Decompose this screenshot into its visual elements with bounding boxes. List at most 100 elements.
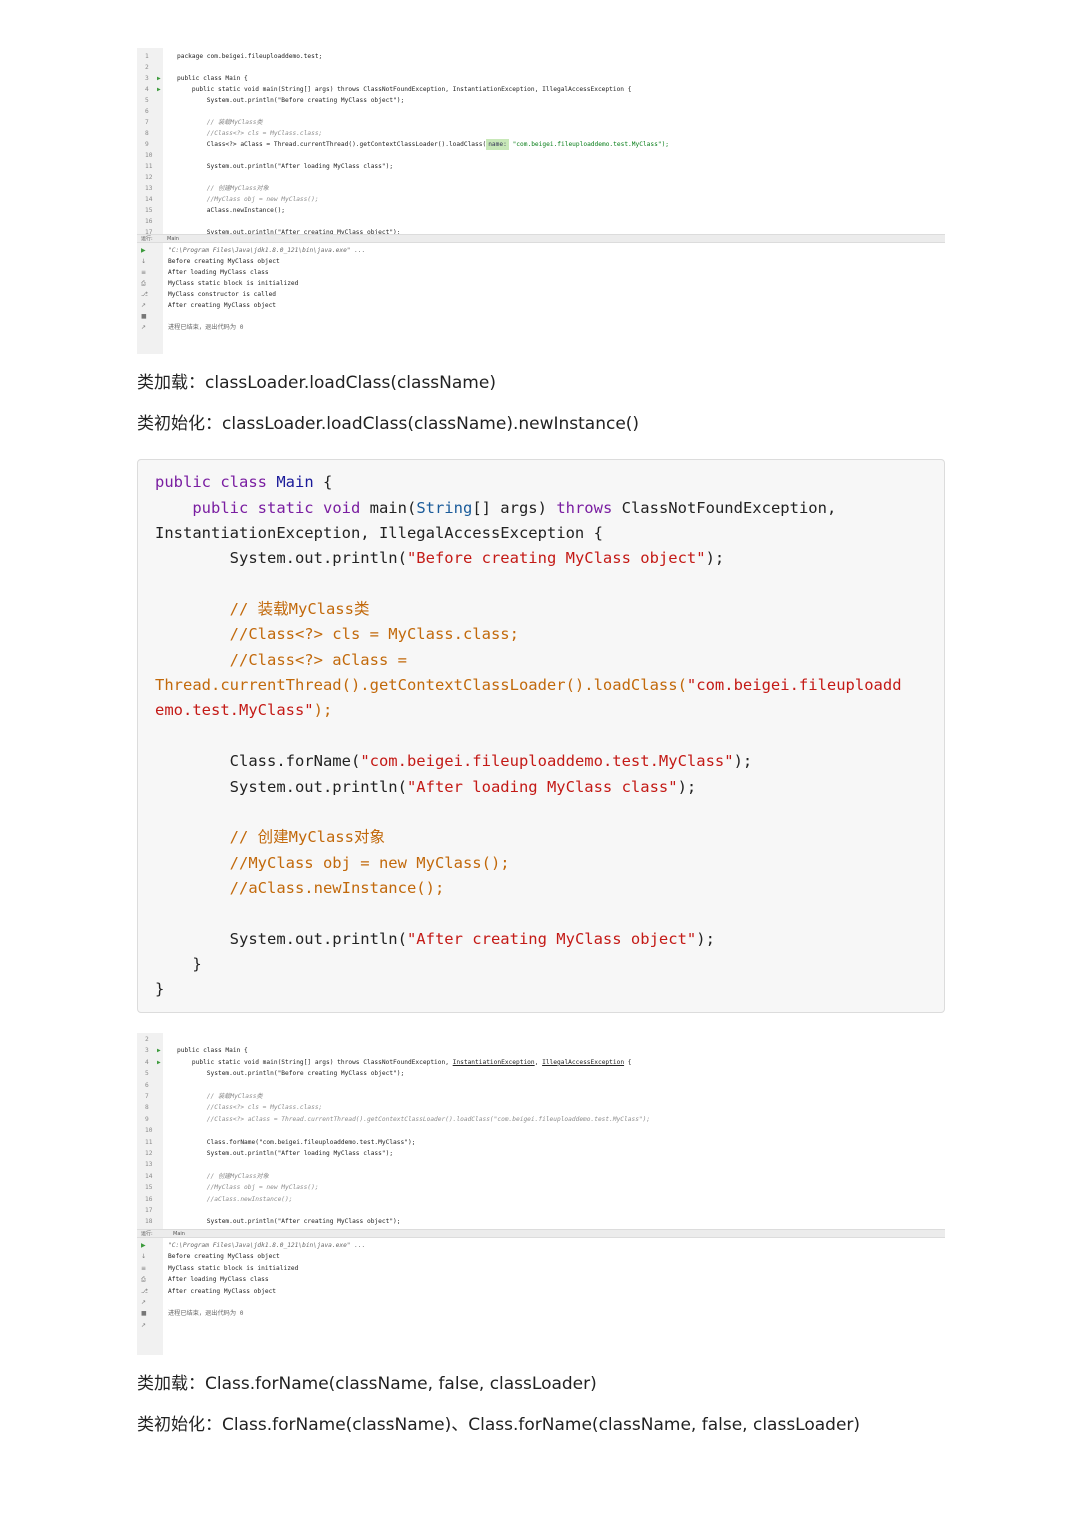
code-comment: //Class<?> aClass = — [155, 651, 407, 669]
code-text: Class<?> aClass = Thread.currentThread()… — [177, 139, 669, 150]
line-number: 14 — [145, 1172, 153, 1180]
code-token: IllegalAccessException — [542, 1058, 625, 1066]
line-number: 11 — [145, 1138, 153, 1146]
code-line: } — [155, 955, 202, 973]
output-line: After creating MyClass object — [168, 1287, 277, 1295]
console-toolbar-icon: ■ — [141, 1310, 147, 1318]
code-line: 16 //aClass.newInstance(); — [137, 1194, 945, 1205]
code-line: System.out.println("After loading MyClas… — [155, 778, 697, 796]
code-token: , — [534, 1058, 543, 1066]
line-number: 15 — [145, 1184, 153, 1192]
code-line: System.out.println("After creating MyCla… — [155, 930, 715, 948]
output-line: "C:\Program Files\Java\jdk1.8.0_121\bin\… — [168, 247, 366, 254]
code-line: 7 // 装载MyClass类 — [137, 1091, 945, 1102]
code-line: 10 — [137, 150, 945, 161]
line-number: 11 — [145, 163, 153, 170]
code-text: Class.forName("com.beigei.fileuploaddemo… — [177, 1138, 416, 1146]
code-line: 9 Class<?> aClass = Thread.currentThread… — [137, 139, 945, 150]
output-line: 进程已结束，退出代码为 0 — [168, 324, 244, 331]
output-line: After creating MyClass object — [168, 302, 277, 309]
code-text: // 装载MyClass类 — [177, 119, 263, 126]
code-text: System.out.println("Before creating MyCl… — [177, 97, 405, 104]
line-number: 14 — [145, 196, 153, 203]
code-line: 10 — [137, 1125, 945, 1136]
code-comment: Thread.currentThread().getContextClassLo… — [155, 676, 902, 694]
line-number: 2 — [145, 64, 149, 71]
code-line: 2 — [137, 62, 945, 73]
code-line: 8 //Class<?> cls = MyClass.class; — [137, 1102, 945, 1113]
run-tab-bar: 运行: Main — [137, 234, 945, 243]
line-number: 6 — [145, 108, 149, 115]
line-number: 6 — [145, 1081, 149, 1089]
code-line: 4 ▶ public static void main(String[] args… — [137, 84, 945, 95]
code-token: Class<?> aClass = Thread.currentThread()… — [177, 141, 487, 148]
code-line: 11 System.out.println("After loading MyC… — [137, 161, 945, 172]
run-gutter-icon: ▶ — [157, 1058, 161, 1066]
code-comment: //aClass.newInstance(); — [155, 879, 445, 897]
code-line: 14 //MyClass obj = new MyClass(); — [137, 194, 945, 205]
code-text: //MyClass obj = new MyClass(); — [177, 1184, 319, 1192]
code-line: 17 — [137, 1205, 945, 1216]
output-line: MyClass constructor is called — [168, 291, 277, 298]
code-line: 15 aClass.newInstance(); — [137, 205, 945, 216]
line-number: 2 — [145, 1036, 149, 1043]
line-number: 8 — [145, 1104, 149, 1112]
code-text: //Class<?> cls = MyClass.class; — [177, 130, 323, 137]
run-gutter-icon: ▶ — [157, 75, 161, 82]
line-number: 8 — [145, 130, 149, 137]
output-line: MyClass static block is initialized — [168, 1264, 299, 1272]
code-line: 8 //Class<?> cls = MyClass.class; — [137, 128, 945, 139]
console-toolbar-icon: ▶ — [141, 247, 146, 254]
run-tab-name[interactable]: Main — [167, 235, 179, 243]
code-line: 9 //Class<?> aClass = Thread.currentThre… — [137, 1114, 945, 1125]
code-text: // 装载MyClass类 — [177, 1093, 263, 1100]
paragraph-class-loading-1: 类加载：classLoader.loadClass(className) — [137, 373, 496, 393]
code-line: 6 — [137, 1080, 945, 1091]
line-number: 5 — [145, 97, 149, 104]
console-toolbar-icon: ⎙ — [141, 1276, 146, 1284]
line-number: 7 — [145, 119, 149, 126]
run-tab-name[interactable]: Main — [173, 1230, 185, 1238]
output-line: After loading MyClass class — [168, 269, 269, 276]
run-tab-bar: 运行: Main — [137, 1229, 945, 1238]
code-text: // 创建MyClass对象 — [177, 1172, 269, 1180]
run-gutter-icon: ▶ — [157, 86, 161, 93]
code-line: 4 ▶ public static void main(String[] args… — [137, 1057, 945, 1068]
code-text: public class Main { — [177, 75, 248, 82]
line-number: 13 — [145, 1161, 153, 1169]
line-number: 18 — [145, 1218, 153, 1226]
line-number: 16 — [145, 218, 153, 225]
output-line: 进程已结束，退出代码为 0 — [168, 1310, 244, 1318]
console-toolbar-icon: ↗ — [141, 1321, 147, 1329]
code-line: 12 System.out.println("After loading MyC… — [137, 1148, 945, 1159]
code-line: 6 — [137, 106, 945, 117]
code-text: //MyClass obj = new MyClass(); — [177, 196, 319, 203]
console-toolbar-icon: ■ — [141, 313, 147, 320]
code-line: 3 ▶ public class Main { — [137, 73, 945, 84]
code-line: 13 — [137, 1159, 945, 1170]
code-comment: //MyClass obj = new MyClass(); — [155, 854, 510, 872]
code-text: //Class<?> aClass = Thread.currentThread… — [177, 1115, 651, 1123]
code-block: public class Main { public static void m… — [137, 459, 945, 1013]
code-line: 5 System.out.println("Before creating My… — [137, 95, 945, 106]
console-toolbar-icon: ▶ — [141, 1242, 146, 1249]
code-text: System.out.println("Before creating MyCl… — [177, 1070, 405, 1078]
code-comment: // 创建MyClass对象 — [155, 828, 385, 846]
output-line: MyClass static block is initialized — [168, 280, 299, 287]
code-token: { — [624, 1058, 632, 1066]
console-toolbar-icon: ↓ — [141, 258, 147, 265]
line-number: 15 — [145, 207, 153, 214]
code-line: 14 // 创建MyClass对象 — [137, 1171, 945, 1182]
code-token: InstantiationException — [452, 1058, 535, 1066]
line-number: 17 — [145, 1207, 153, 1214]
code-line: 15 //MyClass obj = new MyClass(); — [137, 1182, 945, 1193]
output-line: Before creating MyClass object — [168, 258, 280, 265]
code-text: //aClass.newInstance(); — [177, 1195, 293, 1203]
code-comment: // 装载MyClass类 — [155, 600, 370, 618]
output-line: After loading MyClass class — [168, 1276, 269, 1284]
line-number: 12 — [145, 1150, 153, 1157]
code-line: } — [155, 980, 165, 998]
ide-screenshot-1: 1 package com.beigei.fileuploaddemo.test;… — [137, 48, 945, 354]
parameter-hint: name: — [486, 139, 509, 150]
run-gutter-icon: ▶ — [157, 1047, 161, 1055]
